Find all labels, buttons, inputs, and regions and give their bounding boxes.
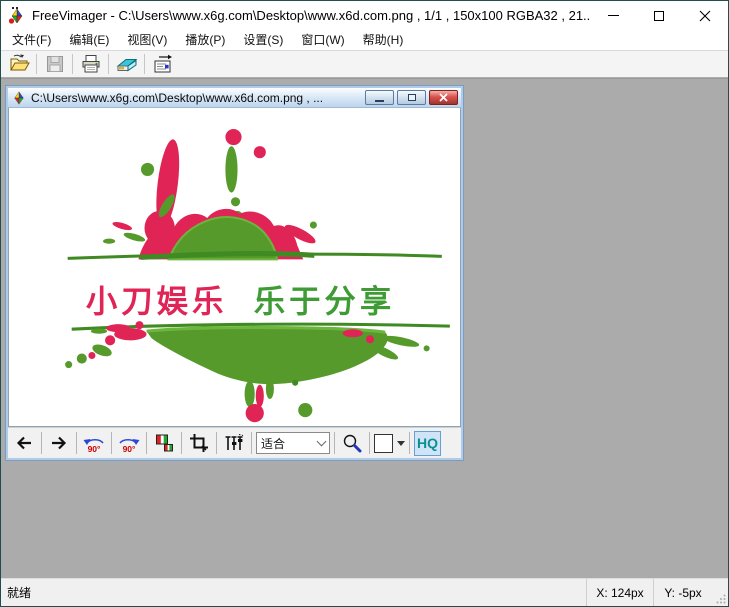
- prev-image-button[interactable]: [11, 431, 37, 456]
- image-viewport: 小刀娱乐 乐于分享: [8, 108, 461, 427]
- toolbar-separator: [144, 54, 145, 74]
- rotate-right-icon: [118, 434, 140, 445]
- child-minimize-button[interactable]: [365, 90, 394, 105]
- child-window-title: C:\Users\www.x6g.com\Desktop\www.x6d.com…: [31, 91, 362, 105]
- child-toolbar: 90° 90°: [8, 427, 461, 458]
- toolbar-separator: [41, 432, 42, 454]
- logo-text-green: 乐于分享: [254, 284, 396, 320]
- child-minimize-icon: [375, 100, 384, 102]
- window-title: FreeVimager - C:\Users\www.x6g.com\Deskt…: [32, 8, 590, 23]
- email-button[interactable]: [149, 53, 176, 76]
- rotate-left-label: 90°: [88, 445, 101, 453]
- maximize-button[interactable]: [636, 1, 682, 30]
- background-color-picker[interactable]: [374, 434, 405, 453]
- toolbar-separator: [181, 432, 182, 454]
- crop-icon: [189, 433, 209, 453]
- resize-grip[interactable]: [712, 579, 728, 606]
- rotate-right-label: 90°: [123, 445, 136, 453]
- image-child-window: C:\Users\www.x6g.com\Desktop\www.x6d.com…: [6, 86, 463, 460]
- prev-image-icon: [14, 433, 34, 453]
- cursor-x-coordinate: X: 124px: [587, 586, 653, 600]
- save-icon: [44, 53, 66, 75]
- next-image-icon: [49, 433, 69, 453]
- menu-window[interactable]: 窗口(W): [292, 30, 353, 50]
- rotate-right-button[interactable]: 90°: [116, 431, 142, 456]
- rotate-left-button[interactable]: 90°: [81, 431, 107, 456]
- statusbar: 就绪 X: 124px Y: -5px: [1, 578, 728, 606]
- toolbar-separator: [251, 432, 252, 454]
- toolbar-separator: [216, 432, 217, 454]
- color-resize-button[interactable]: [151, 431, 177, 456]
- menubar: 文件(F) 编辑(E) 视图(V) 播放(P) 设置(S) 窗口(W) 帮助(H…: [1, 30, 728, 51]
- color-resize-icon: [154, 433, 174, 453]
- menu-help[interactable]: 帮助(H): [354, 30, 413, 50]
- mdi-client-area: C:\Users\www.x6g.com\Desktop\www.x6d.com…: [1, 78, 728, 578]
- close-icon: [699, 10, 711, 22]
- toolbar-separator: [334, 432, 335, 454]
- cursor-y-coordinate: Y: -5px: [654, 586, 712, 600]
- child-restore-button[interactable]: [397, 90, 426, 105]
- app-window: FreeVimager - C:\Users\www.x6g.com\Deskt…: [0, 0, 729, 607]
- scan-icon: [116, 53, 138, 75]
- maximize-icon: [654, 11, 664, 21]
- print-icon: [80, 53, 102, 75]
- toolbar-separator: [409, 432, 410, 454]
- toolbar-separator: [369, 432, 370, 454]
- chevron-down-icon: [317, 437, 327, 447]
- toolbar-separator: [76, 432, 77, 454]
- scan-button[interactable]: [113, 53, 140, 76]
- swatch-dropdown-icon: [397, 441, 405, 446]
- toolbar-separator: [111, 432, 112, 454]
- menu-view[interactable]: 视图(V): [118, 30, 176, 50]
- print-button[interactable]: [77, 53, 104, 76]
- minimize-button[interactable]: [590, 1, 636, 30]
- magnifier-icon: [342, 433, 362, 453]
- save-button[interactable]: [41, 53, 68, 76]
- toolbar-separator: [72, 54, 73, 74]
- toolbar-separator: [146, 432, 147, 454]
- status-ready-text: 就绪: [1, 584, 586, 601]
- logo-text-red: 小刀娱乐: [86, 284, 228, 320]
- rotate-left-icon: [83, 434, 105, 445]
- menu-play[interactable]: 播放(P): [176, 30, 234, 50]
- email-icon: [152, 53, 174, 75]
- main-toolbar: [1, 51, 728, 78]
- adjust-button[interactable]: [221, 431, 247, 456]
- main-titlebar[interactable]: FreeVimager - C:\Users\www.x6g.com\Deskt…: [1, 1, 728, 30]
- close-button[interactable]: [682, 1, 728, 30]
- magnifier-button[interactable]: [339, 431, 365, 456]
- logo-bottom-splash: [65, 328, 430, 423]
- logo-top-splash: [103, 129, 318, 259]
- child-close-button[interactable]: [429, 90, 458, 105]
- child-restore-icon: [408, 94, 416, 101]
- open-folder-icon: [8, 53, 30, 75]
- menu-file[interactable]: 文件(F): [3, 30, 60, 50]
- zoom-mode-value: 适合: [261, 435, 318, 452]
- open-button[interactable]: [5, 53, 32, 76]
- menu-edit[interactable]: 编辑(E): [60, 30, 118, 50]
- zoom-mode-combobox[interactable]: 适合: [256, 432, 330, 454]
- menu-settings[interactable]: 设置(S): [234, 30, 292, 50]
- toolbar-separator: [108, 54, 109, 74]
- background-swatch: [374, 434, 393, 453]
- freevimager-logo-icon: [8, 7, 26, 25]
- resize-grip-icon: [716, 594, 726, 604]
- image-file-icon: [12, 91, 26, 105]
- crop-button[interactable]: [186, 431, 212, 456]
- adjust-icon: [224, 433, 244, 453]
- hq-toggle-button[interactable]: HQ: [414, 431, 441, 456]
- child-close-icon: [439, 93, 448, 102]
- child-titlebar[interactable]: C:\Users\www.x6g.com\Desktop\www.x6d.com…: [8, 88, 461, 108]
- minimize-icon: [608, 15, 619, 16]
- next-image-button[interactable]: [46, 431, 72, 456]
- toolbar-separator: [36, 54, 37, 74]
- displayed-image: 小刀娱乐 乐于分享: [9, 108, 460, 426]
